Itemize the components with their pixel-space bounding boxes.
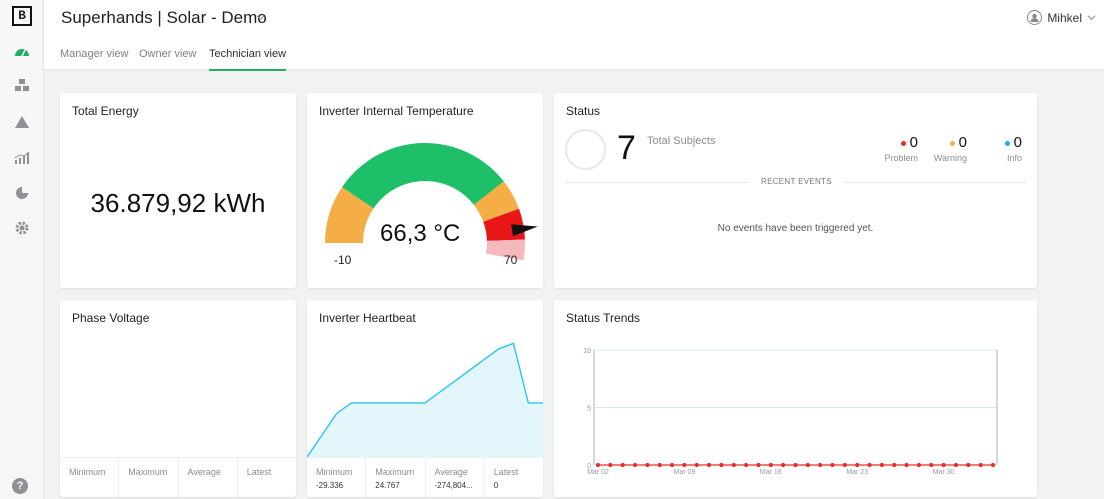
widget-title: Total Energy [72,104,139,118]
inverter-heartbeat-widget[interactable]: Inverter Heartbeat Minimum -29.336 Maximu… [307,300,543,497]
trend-point [990,462,996,468]
inverter-temperature-widget[interactable]: Inverter Internal Temperature 66,3 °C -1… [307,93,543,288]
x-tick-label: Mar 09 [674,469,696,476]
status-trends-chart: 0510Mar 02 Mar 09 Mar 16 Mar 23 Mar 30 [583,348,998,476]
trend-point [719,462,724,468]
trend-point [805,462,810,468]
heartbeat-area [307,343,543,457]
widget-title: Status [566,104,601,118]
trend-point [669,462,675,468]
trend-point [953,462,959,468]
tab-manager-view[interactable]: Manager view [60,48,128,60]
stat-average: Average -274,804... [426,458,485,497]
total-energy-value: 36.879,92 kWh [90,188,266,218]
alerts-icon[interactable] [11,113,33,131]
total-energy-widget[interactable]: Total Energy 36.879,92 kWh [60,93,296,288]
warning-count[interactable]: 0 Warning [931,134,967,163]
x-tick-label: Mar 30 [933,469,955,476]
trend-point [768,462,773,468]
x-tick-label: Mar 23 [846,469,868,476]
trend-point [694,462,699,468]
tab-technician-view[interactable]: Technician view [209,48,287,71]
widget-title: Phase Voltage [72,311,150,325]
chevron-down-icon[interactable] [256,13,265,22]
left-rail: B ? [0,0,44,499]
stats-row: Minimum -29.336 Maximum 24.767 Average -274… [307,457,543,497]
warning-dot-icon [949,140,955,146]
view-tabs: Manager view Owner view Technician view [44,36,1104,71]
trend-point [978,462,983,468]
trend-point [706,462,712,468]
trend-point [916,462,922,468]
x-tick-label: Mar 16 [760,469,782,476]
trend-point [781,462,786,468]
total-subjects-count: 7 [617,129,636,167]
trend-point [608,462,613,468]
phase-voltage-widget[interactable]: Phase Voltage Minimum Maximum Average La… [60,300,296,497]
stats-row: Minimum Maximum Average Latest [60,457,296,497]
trend-point [830,462,835,468]
x-tick-label: Mar 02 [587,469,609,476]
trend-point [744,462,749,468]
help-icon[interactable]: ? [12,478,28,494]
temperature-value: 66,3 °C [380,220,461,247]
trend-point [929,462,934,468]
stat-minimum: Minimum [60,458,120,497]
analytics-icon[interactable] [11,149,33,167]
dashboard-title[interactable]: Superhands | Solar - Demo [61,8,267,28]
trend-point [966,462,971,468]
problem-dot-icon [900,140,906,146]
devices-icon[interactable] [11,76,33,94]
trend-point [842,462,847,468]
trend-point [632,462,638,468]
top-bar: Superhands | Solar - Demo Mihkel [44,0,1104,36]
trend-point [904,462,909,468]
stat-maximum: Maximum 24.767 [366,458,426,497]
problem-count[interactable]: 0 Problem [876,134,918,163]
trend-point [595,462,601,468]
total-subjects-label: Total Subjects [647,135,716,147]
chevron-down-icon [1087,15,1096,21]
status-trends-widget[interactable]: Status Trends 0 5 10 Mar 02 Mar 09 Mar 16 Mar … [554,300,1037,497]
y-tick-label: 5 [587,406,591,413]
reports-icon[interactable] [11,184,33,202]
trend-point [793,462,798,468]
recent-events-label: RECENT EVENTS [749,177,844,186]
trend-point [855,462,860,468]
no-events-message: No events have been triggered yet. [717,223,874,234]
tab-owner-view[interactable]: Owner view [139,48,196,60]
trend-point [731,462,736,468]
info-count[interactable]: 0 Info [986,134,1022,163]
heartbeat-chart [307,342,543,457]
status-ring [565,129,606,170]
trend-point [756,462,761,468]
user-name: Mihkel [1047,10,1082,25]
trend-point [645,462,650,468]
trend-point [879,462,885,468]
stat-average: Average [179,458,238,497]
avatar [1027,10,1043,25]
info-dot-icon [1004,140,1010,146]
trend-point [682,462,687,468]
trend-point [818,462,823,468]
stat-minimum: Minimum -29.336 [307,458,367,497]
stat-maximum: Maximum [119,458,179,497]
y-tick-label: 10 [583,348,591,355]
trend-point [892,462,897,468]
settings-icon[interactable] [11,219,33,237]
stat-latest: Latest [246,467,272,477]
gauge-max-label: 70 [504,253,518,267]
stat-latest: Latest 0 [493,467,519,490]
widget-title: Inverter Heartbeat [319,311,416,325]
trend-point [657,462,662,468]
brand-logo[interactable]: B [12,6,32,26]
dashboard-icon[interactable] [11,42,33,60]
trend-point [620,462,625,468]
gauge-min-label: -10 [334,253,352,267]
status-widget[interactable]: Status 7 Total Subjects 0 Problem 0 Warn… [554,93,1037,288]
user-menu[interactable]: Mihkel [1027,10,1096,25]
trend-point [941,462,946,468]
trend-point [867,462,872,468]
gauge-band-normal [342,143,504,209]
